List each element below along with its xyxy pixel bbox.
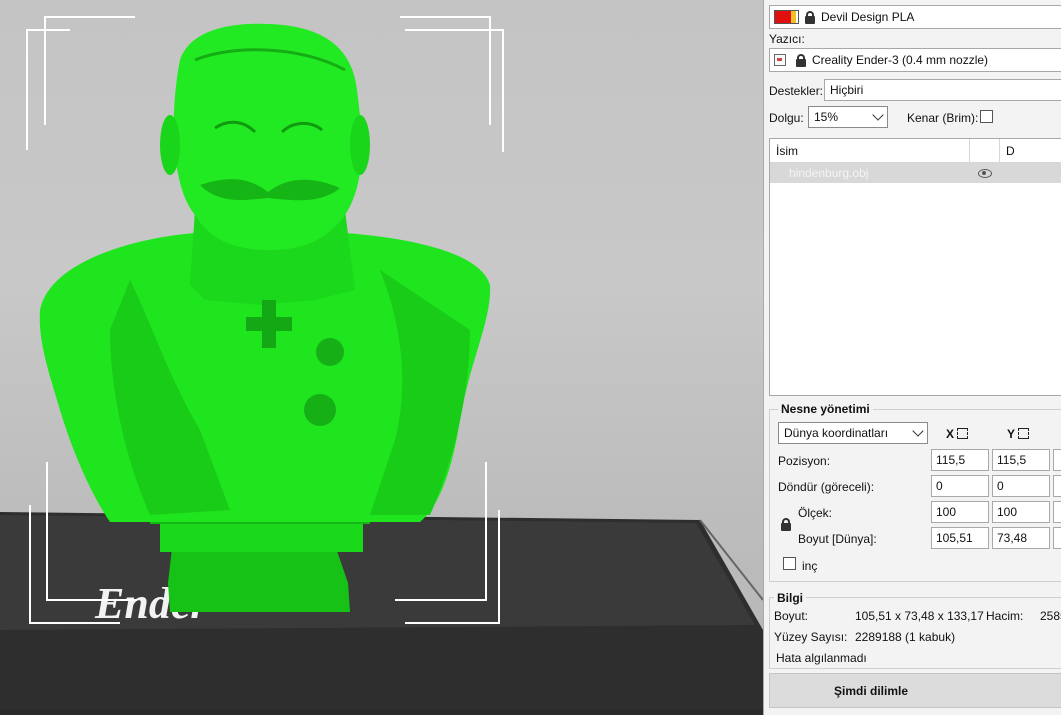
lock-icon[interactable] <box>805 10 815 24</box>
position-label: Pozisyon: <box>778 454 831 468</box>
scene-canvas[interactable]: Ender <box>0 0 763 715</box>
info-facets-label: Yüzey Sayısı: <box>774 630 848 644</box>
position-y-input[interactable]: 115,5 <box>992 449 1050 471</box>
rotate-y-input[interactable]: 0 <box>992 475 1050 497</box>
scale-z-input[interactable] <box>1053 501 1061 523</box>
axis-x-header: X <box>946 427 969 441</box>
size-y-input[interactable]: 73,48 <box>992 527 1050 549</box>
brim-label: Kenar (Brim): <box>907 111 979 125</box>
inch-checkbox[interactable] <box>783 557 796 570</box>
infill-select[interactable]: 15% <box>808 106 888 128</box>
position-x-input[interactable]: 115,5 <box>931 449 989 471</box>
slice-now-button[interactable]: Şimdi dilimle <box>769 673 1061 708</box>
inch-label: inç <box>802 559 818 573</box>
info-facets-value: 2289188 (1 kabuk) <box>855 630 956 644</box>
size-x-input[interactable]: 105,51 <box>931 527 989 549</box>
supports-select[interactable]: Hiçbiri <box>824 79 1061 101</box>
axis-y-icon <box>1018 428 1030 439</box>
info-title: Bilgi <box>774 591 806 605</box>
position-z-input[interactable] <box>1053 449 1061 471</box>
material-selector[interactable]: Devil Design PLA <box>769 5 1061 29</box>
scale-x-input[interactable]: 100 <box>931 501 989 523</box>
scale-y-input[interactable]: 100 <box>992 501 1050 523</box>
axis-y-header: Y <box>1007 427 1030 441</box>
viewport-status-strip <box>0 709 763 715</box>
lock-icon[interactable] <box>796 53 806 67</box>
rotate-label: Döndür (göreceli): <box>778 480 875 494</box>
object-management-title: Nesne yönetimi <box>778 402 873 416</box>
info-size-label: Boyut: <box>774 609 809 623</box>
rotate-x-input[interactable]: 0 <box>931 475 989 497</box>
material-name: Devil Design PLA <box>821 10 915 24</box>
eye-icon[interactable] <box>978 168 992 178</box>
size-z-input[interactable] <box>1053 527 1061 549</box>
3d-viewport[interactable]: Ender <box>0 0 763 715</box>
object-list[interactable]: İsim D hindenburg.obj <box>769 138 1061 396</box>
column-d[interactable]: D <box>1000 139 1061 162</box>
lock-icon[interactable] <box>781 518 791 531</box>
infill-value: 15% <box>814 110 839 124</box>
coordinate-system-value: Dünya koordinatları <box>784 426 889 440</box>
size-label: Boyut [Dünya]: <box>798 532 877 546</box>
column-name[interactable]: İsim <box>770 139 970 162</box>
rotate-z-input[interactable] <box>1053 475 1061 497</box>
settings-panel: Devil Design PLA Yazıcı: Creality Ender-… <box>763 0 1061 715</box>
info-size-value: 105,51 x 73,48 x 133,17 <box>855 609 984 623</box>
printer-label: Yazıcı: <box>769 32 805 46</box>
info-volume-value: 2585 <box>1040 609 1061 623</box>
info-errors: Hata algılanmadı <box>776 651 867 665</box>
info-volume-label: Hacim: <box>986 609 1024 623</box>
supports-label: Destekler: <box>769 84 824 98</box>
chevron-down-icon <box>912 425 924 437</box>
axis-x-icon <box>957 428 969 439</box>
object-name: hindenburg.obj <box>789 166 869 180</box>
printer-icon <box>774 54 786 66</box>
printer-name: Creality Ender-3 (0.4 mm nozzle) <box>812 53 989 67</box>
scale-label: Ölçek: <box>798 506 833 520</box>
column-visibility[interactable] <box>970 139 1000 162</box>
brim-checkbox[interactable] <box>980 110 993 123</box>
coordinate-system-select[interactable]: Dünya koordinatları <box>778 422 928 444</box>
chevron-down-icon <box>872 109 884 121</box>
list-item[interactable]: hindenburg.obj <box>770 163 1061 183</box>
object-list-header: İsim D <box>770 139 1061 163</box>
infill-label: Dolgu: <box>769 111 804 125</box>
material-color-swatch <box>774 10 799 24</box>
printer-selector[interactable]: Creality Ender-3 (0.4 mm nozzle) <box>769 48 1061 72</box>
